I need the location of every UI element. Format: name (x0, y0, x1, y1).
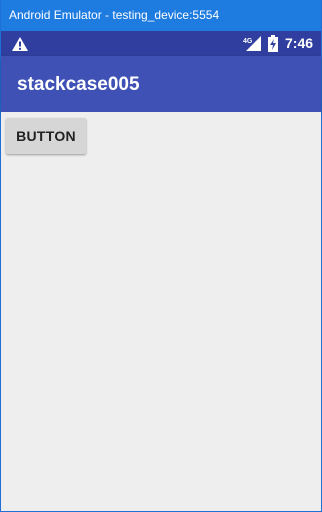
network-type-label: 4G (243, 38, 253, 45)
signal-4g-icon: 4G (243, 36, 261, 51)
window-title: Android Emulator - testing_device:5554 (9, 8, 220, 22)
status-clock: 7:46 (285, 35, 314, 51)
app-bar: stackcase005 (1, 56, 321, 112)
status-bar[interactable]: 4G 7:46 (1, 31, 321, 56)
app-title: stackcase005 (17, 74, 140, 95)
battery-icon (268, 35, 278, 52)
warning-icon (12, 37, 28, 51)
emulator-window: Android Emulator - testing_device:5554 4… (0, 0, 322, 512)
main-content: BUTTON (1, 112, 321, 511)
main-button[interactable]: BUTTON (6, 118, 86, 154)
window-titlebar[interactable]: Android Emulator - testing_device:5554 (1, 0, 321, 31)
